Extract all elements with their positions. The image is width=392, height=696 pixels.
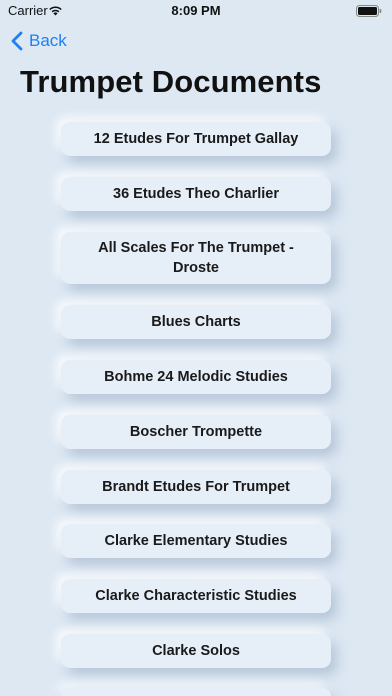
document-list: 12 Etudes For Trumpet Gallay 36 Etudes T… [0, 0, 392, 696]
document-item[interactable]: Clarke Characteristic Studies [61, 579, 331, 613]
document-item[interactable]: Blues Charts [61, 305, 331, 339]
document-item[interactable]: All Scales For The Trumpet - Droste [61, 232, 331, 284]
document-item[interactable]: Clarke Solos [61, 634, 331, 668]
document-item[interactable]: Bohme 24 Melodic Studies [61, 360, 331, 394]
document-item[interactable]: Brandt Etudes For Trumpet [61, 470, 331, 504]
document-item[interactable]: 12 Etudes For Trumpet Gallay [61, 122, 331, 156]
document-item-partial[interactable] [61, 688, 331, 696]
document-item[interactable]: Boscher Trompette [61, 415, 331, 449]
document-item[interactable]: Clarke Elementary Studies [61, 524, 331, 558]
screen: Carrier 8:09 PM Back Trumpet Documents 1… [0, 0, 392, 696]
document-item[interactable]: 36 Etudes Theo Charlier [61, 177, 331, 211]
